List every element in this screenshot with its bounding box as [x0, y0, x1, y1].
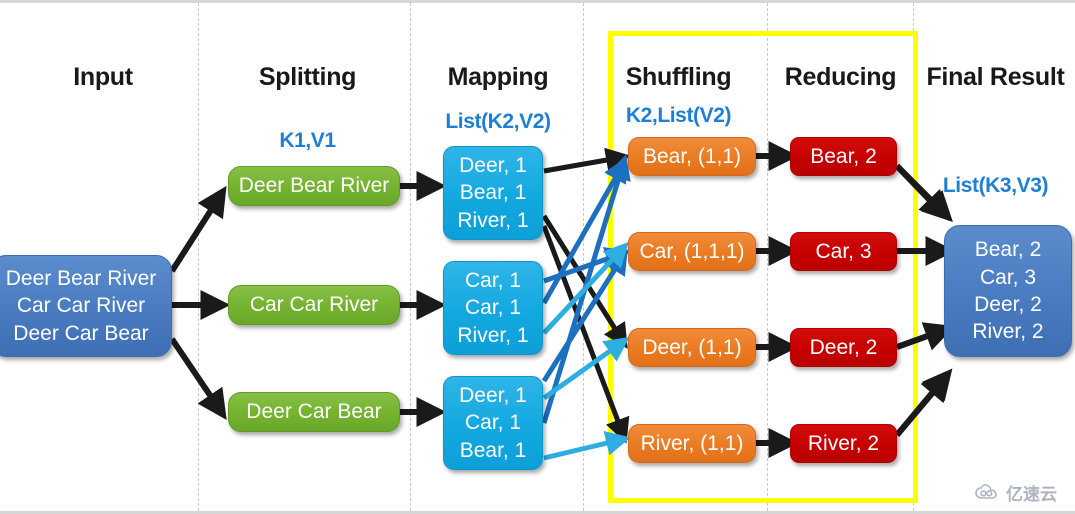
- watermark-text: 亿速云: [1006, 485, 1057, 504]
- watermark: 亿速云: [975, 480, 1057, 505]
- column-header-shuffling: Shuffling: [625, 63, 732, 91]
- final-line-3: Deer, 2: [974, 293, 1042, 316]
- shuffle-label-car: Car, (1,1,1): [639, 239, 745, 263]
- shuffle-label-river: River, (1,1): [640, 431, 744, 455]
- reduce-label-river: River, 2: [807, 431, 880, 455]
- map-box-2: Car, 1 Car, 1 River, 1: [443, 261, 543, 355]
- split-box-3: Deer Car Bear: [228, 392, 400, 432]
- column-divider-3: [583, 3, 584, 511]
- reduce-box-deer: Deer, 2: [790, 328, 897, 367]
- split-label-2: Car Car River: [249, 293, 379, 317]
- reduce-label-deer: Deer, 2: [809, 335, 878, 359]
- split-box-1: Deer Bear River: [228, 166, 400, 206]
- reduce-box-river: River, 2: [790, 424, 897, 463]
- reduce-box-car: Car, 3: [790, 232, 897, 271]
- cloud-logo-icon: [975, 483, 997, 499]
- subheader-list-k2v2: List(K2,V2): [445, 110, 551, 133]
- shuffle-box-deer: Deer, (1,1): [628, 328, 756, 367]
- subheader-k2-list-v2: K2,List(V2): [625, 104, 732, 127]
- subheader-list-k3v3: List(K3,V3): [942, 174, 1049, 197]
- map-2-line-1: Car, 1: [464, 269, 522, 293]
- column-header-reducing: Reducing: [784, 63, 897, 91]
- column-header-final: Final Result: [926, 63, 1065, 91]
- column-divider-2: [410, 3, 411, 511]
- shuffle-label-deer: Deer, (1,1): [642, 335, 742, 359]
- column-header-mapping: Mapping: [447, 63, 549, 91]
- reduce-label-car: Car, 3: [815, 239, 872, 263]
- split-label-1: Deer Bear River: [238, 174, 390, 198]
- map-3-line-3: Bear, 1: [459, 438, 527, 462]
- shuffle-box-river: River, (1,1): [628, 424, 756, 463]
- map-2-line-2: Car, 1: [464, 296, 522, 320]
- map-3-line-1: Deer, 1: [459, 384, 527, 408]
- reduce-box-bear: Bear, 2: [790, 137, 897, 176]
- final-line-4: River, 2: [972, 320, 1044, 344]
- shuffle-box-car: Car, (1,1,1): [628, 232, 756, 271]
- input-box: Deer Bear River Car Car River Deer Car B…: [0, 255, 172, 357]
- split-label-3: Deer Car Bear: [246, 400, 382, 424]
- map-1-line-3: River, 1: [457, 208, 529, 232]
- column-divider-1: [198, 3, 199, 511]
- input-line-1: Deer Bear River: [5, 267, 157, 291]
- map-box-1: Deer, 1 Bear, 1 River, 1: [443, 146, 543, 240]
- column-header-input: Input: [73, 63, 133, 91]
- final-line-1: Bear, 2: [974, 238, 1042, 262]
- shuffle-label-bear: Bear, (1,1): [642, 144, 742, 168]
- final-line-2: Car, 3: [979, 265, 1037, 289]
- final-result-box: Bear, 2 Car, 3 Deer, 2 River, 2: [944, 225, 1072, 357]
- map-box-3: Deer, 1 Car, 1 Bear, 1: [443, 376, 543, 470]
- map-3-line-2: Car, 1: [464, 411, 522, 435]
- map-1-line-1: Deer, 1: [459, 154, 527, 178]
- map-1-line-2: Bear, 1: [459, 181, 527, 205]
- input-line-2: Car Car River: [16, 294, 146, 318]
- mapreduce-diagram: Input Splitting Mapping Shuffling Reduci…: [0, 0, 1075, 514]
- column-header-splitting: Splitting: [258, 63, 357, 91]
- reduce-label-bear: Bear, 2: [810, 144, 877, 168]
- map-2-line-3: River, 1: [457, 323, 529, 347]
- split-box-2: Car Car River: [228, 285, 400, 325]
- shuffle-box-bear: Bear, (1,1): [628, 137, 756, 176]
- input-line-3: Deer Car Bear: [13, 321, 149, 345]
- subheader-k1v1: K1,V1: [279, 129, 336, 152]
